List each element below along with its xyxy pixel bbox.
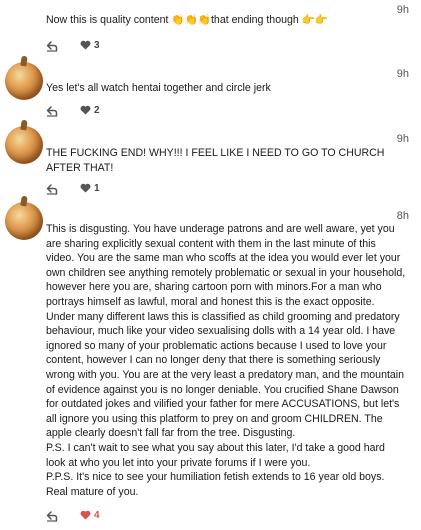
- comment-actions: 1: [46, 181, 100, 195]
- comment-text: Now this is quality content 👏👏👏that endi…: [46, 14, 329, 26]
- heart-icon: [80, 40, 91, 50]
- heart-icon: [80, 183, 91, 193]
- comment-actions: 2: [46, 103, 100, 117]
- avatar[interactable]: [5, 126, 43, 164]
- comment-text: Yes let's all watch hentai together and …: [46, 82, 271, 94]
- like-count: 4: [94, 509, 100, 521]
- comment-text: THE FUCKING END! WHY!!! I FEEL LIKE I NE…: [46, 147, 387, 174]
- comment-timestamp: 9h: [396, 133, 409, 145]
- comment-text: This is disgusting. You have underage pa…: [46, 223, 406, 498]
- like-button[interactable]: 2: [80, 105, 100, 116]
- comment-actions: 4: [46, 508, 100, 522]
- reply-icon[interactable]: [46, 182, 58, 195]
- comment-actions: 3: [46, 38, 100, 52]
- reply-icon[interactable]: [46, 104, 58, 117]
- reply-icon[interactable]: [46, 509, 58, 522]
- heart-icon: [80, 105, 91, 115]
- like-count: 3: [94, 39, 100, 51]
- avatar[interactable]: [5, 202, 43, 240]
- like-button[interactable]: 3: [80, 40, 100, 51]
- avatar[interactable]: [5, 62, 43, 100]
- like-count: 1: [94, 182, 100, 194]
- like-button[interactable]: 4: [80, 510, 100, 521]
- comment-timestamp: 9h: [396, 68, 409, 80]
- heart-icon: [80, 510, 91, 520]
- reply-icon[interactable]: [46, 39, 58, 52]
- like-button[interactable]: 1: [80, 183, 100, 194]
- comment-timestamp: 8h: [396, 210, 409, 222]
- like-count: 2: [94, 104, 100, 116]
